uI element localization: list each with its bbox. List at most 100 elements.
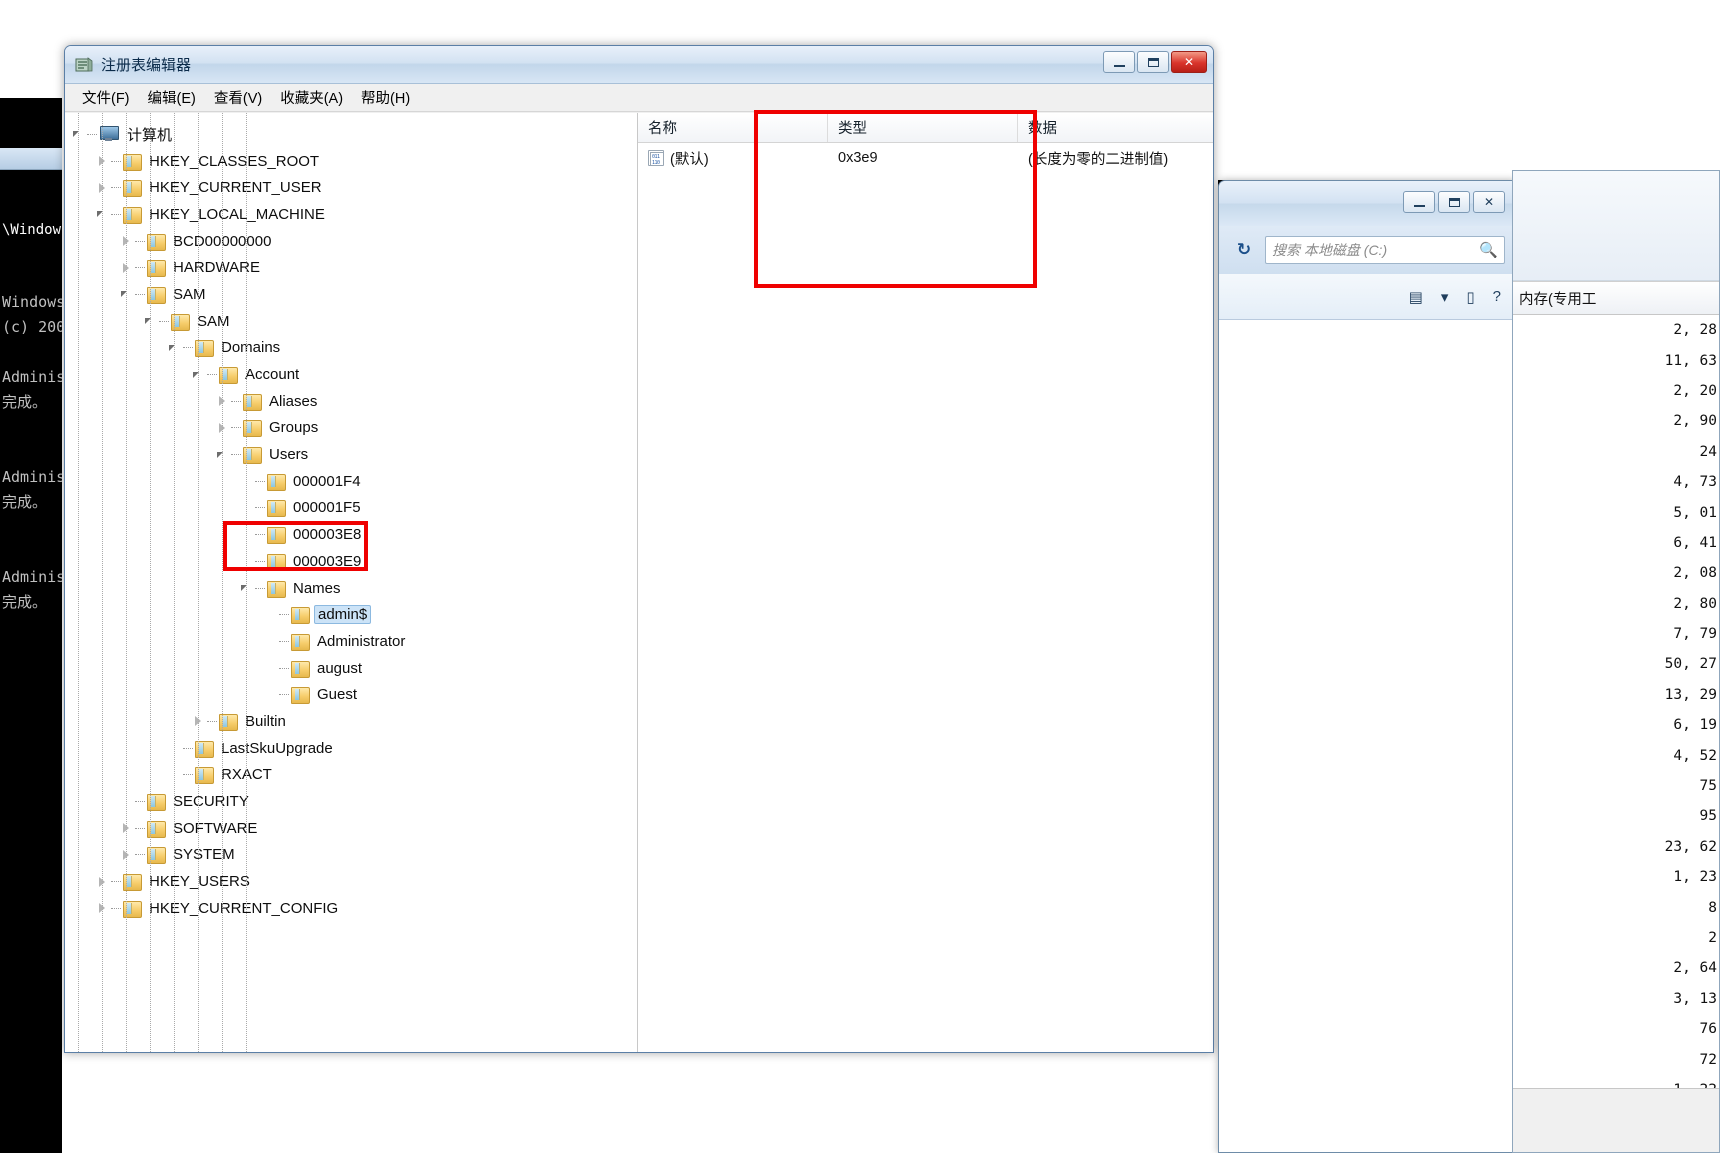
- memory-value-cell: 23, 62: [1664, 838, 1717, 855]
- explorer-minimize-button[interactable]: [1403, 191, 1435, 213]
- view-list-icon[interactable]: ▤: [1409, 288, 1423, 306]
- maximize-button[interactable]: [1137, 51, 1169, 73]
- tree-connector-line: [111, 881, 121, 883]
- memory-value-cell: 24: [1699, 443, 1717, 460]
- regedit-icon: [75, 56, 93, 74]
- tree-connector-line: [279, 640, 289, 642]
- memory-value-cell: 7, 79: [1673, 626, 1717, 643]
- file-explorer-window[interactable]: ✕ ↻ 搜索 本地磁盘 (C:) 🔍 ▤ ▾ ▯ ?: [1218, 180, 1518, 1153]
- minimize-button[interactable]: [1103, 51, 1135, 73]
- menu-favorites[interactable]: 收藏夹(A): [271, 84, 352, 111]
- tree-guide-line: [102, 113, 103, 1052]
- registry-key-folder-icon: [267, 580, 286, 598]
- tree-item-label: Aliases: [269, 392, 318, 410]
- help-icon[interactable]: ?: [1493, 288, 1501, 305]
- menu-file[interactable]: 文件(F): [73, 84, 139, 111]
- tree-connector-line: [279, 614, 289, 616]
- column-header-memory[interactable]: 内存(专用工: [1513, 281, 1719, 315]
- registry-key-folder-icon: [267, 527, 286, 545]
- tree-item-label: 000003E9: [293, 552, 362, 570]
- memory-value-cell: 4, 73: [1673, 474, 1717, 491]
- command-prompt-window[interactable]: \Windows Windows (c) 2009 Administ 完成。 Admin…: [0, 98, 62, 1153]
- explorer-titlebar[interactable]: ✕: [1219, 181, 1517, 226]
- memory-value-cell: 8: [1708, 899, 1717, 916]
- console-titlebar[interactable]: [0, 148, 62, 170]
- console-output: Windows (c) 2009 Administ 完成。 Administ 完成。 Adm…: [0, 290, 62, 615]
- explorer-file-list[interactable]: [1219, 320, 1517, 1152]
- tree-item-label: 000001F5: [293, 499, 361, 517]
- registry-editor-window[interactable]: 注册表编辑器 ✕ 文件(F) 编辑(E) 查看(V) 收藏夹(A) 帮助(H) …: [64, 45, 1214, 1053]
- registry-key-folder-icon: [267, 500, 286, 518]
- tree-connector-line: [111, 213, 121, 215]
- column-header-name[interactable]: 名称: [638, 113, 828, 142]
- console-line: Windows: [2, 293, 62, 311]
- registry-key-folder-icon: [291, 607, 310, 625]
- search-input[interactable]: 搜索 本地磁盘 (C:) 🔍: [1265, 236, 1505, 264]
- tree-connector-line: [207, 374, 217, 376]
- memory-value-cell: 76: [1699, 1021, 1717, 1038]
- tree-connector-line: [135, 801, 145, 803]
- tree-connector-line: [135, 827, 145, 829]
- value-list-header[interactable]: 名称 类型 数据: [638, 113, 1213, 143]
- registry-value-list[interactable]: 名称 类型 数据 011 110 (默认) 0x3e9 (长度为零的二进制值): [638, 113, 1213, 1052]
- value-rows: 011 110 (默认) 0x3e9 (长度为零的二进制值): [638, 143, 1213, 173]
- tree-connector-line: [279, 667, 289, 669]
- refresh-icon[interactable]: ↻: [1231, 237, 1257, 263]
- binary-value-icon: 011 110: [648, 150, 664, 166]
- memory-value-cell: 2, 20: [1673, 382, 1717, 399]
- tree-item-label: SAM: [197, 312, 230, 330]
- tree-item-label: Administrator: [317, 632, 406, 650]
- explorer-close-button[interactable]: ✕: [1473, 191, 1505, 213]
- tree-item-label: HKEY_CURRENT_CONFIG: [149, 899, 339, 917]
- tree-connector-line: [135, 267, 145, 269]
- column-header-type[interactable]: 类型: [828, 113, 1018, 142]
- tree-item-label: HKEY_CURRENT_USER: [149, 179, 322, 197]
- tree-connector-line: [111, 907, 121, 909]
- task-manager-header-area: [1513, 171, 1719, 281]
- tree-connector-line: [183, 347, 193, 349]
- tree-connector-line: [183, 774, 193, 776]
- memory-value-cell: 2: [1708, 930, 1717, 946]
- tree-connector-line: [159, 320, 169, 322]
- tree-connector-line: [255, 480, 265, 482]
- menu-view[interactable]: 查看(V): [205, 84, 271, 111]
- tree-item-label: Groups: [269, 419, 319, 437]
- tree-item-label: SAM: [173, 285, 206, 303]
- column-header-data[interactable]: 数据: [1018, 113, 1213, 142]
- menu-help[interactable]: 帮助(H): [352, 84, 419, 111]
- memory-value-cell: 6, 19: [1673, 717, 1717, 734]
- console-line: Administ: [2, 368, 62, 386]
- memory-value-cell: 75: [1699, 778, 1717, 795]
- value-row[interactable]: 011 110 (默认) 0x3e9 (长度为零的二进制值): [638, 143, 1213, 173]
- tree-connector-line: [255, 587, 265, 589]
- console-line: 完成。: [2, 393, 48, 411]
- preview-pane-icon[interactable]: ▯: [1466, 288, 1474, 306]
- task-manager-window[interactable]: 内存(专用工 2, 28 11, 63 2, 20 2, 90 24 4, 73 5, 01…: [1512, 170, 1720, 1153]
- tree-connector-line: [135, 293, 145, 295]
- registry-menubar[interactable]: 文件(F) 编辑(E) 查看(V) 收藏夹(A) 帮助(H): [65, 84, 1213, 112]
- registry-editor-titlebar[interactable]: 注册表编辑器 ✕: [65, 46, 1213, 84]
- tree-item-label: 000003E8: [293, 526, 362, 544]
- console-line: Administ: [2, 468, 62, 486]
- explorer-maximize-button[interactable]: [1438, 191, 1470, 213]
- memory-value-cell: 50, 27: [1664, 656, 1717, 673]
- registry-key-folder-icon: [291, 687, 310, 705]
- search-icon[interactable]: 🔍: [1479, 241, 1498, 259]
- memory-value-cell: 1, 23: [1673, 869, 1717, 886]
- close-button[interactable]: ✕: [1171, 51, 1207, 73]
- tree-connector-line: [255, 507, 265, 509]
- registry-key-tree[interactable]: 计算机 HKEY_CLASSES_ROOT HKEY_CURRENT_USER HKE…: [65, 113, 638, 1052]
- tree-connector-line: [231, 454, 241, 456]
- explorer-toolbar[interactable]: ▤ ▾ ▯ ?: [1219, 274, 1517, 320]
- memory-value-cell: 72: [1699, 1051, 1717, 1068]
- console-line: 完成。: [2, 593, 48, 611]
- tree-connector-line: [111, 160, 121, 162]
- console-path-line: \Windows: [2, 222, 62, 238]
- chevron-down-icon[interactable]: ▾: [1441, 288, 1449, 306]
- menu-edit[interactable]: 编辑(E): [139, 84, 205, 111]
